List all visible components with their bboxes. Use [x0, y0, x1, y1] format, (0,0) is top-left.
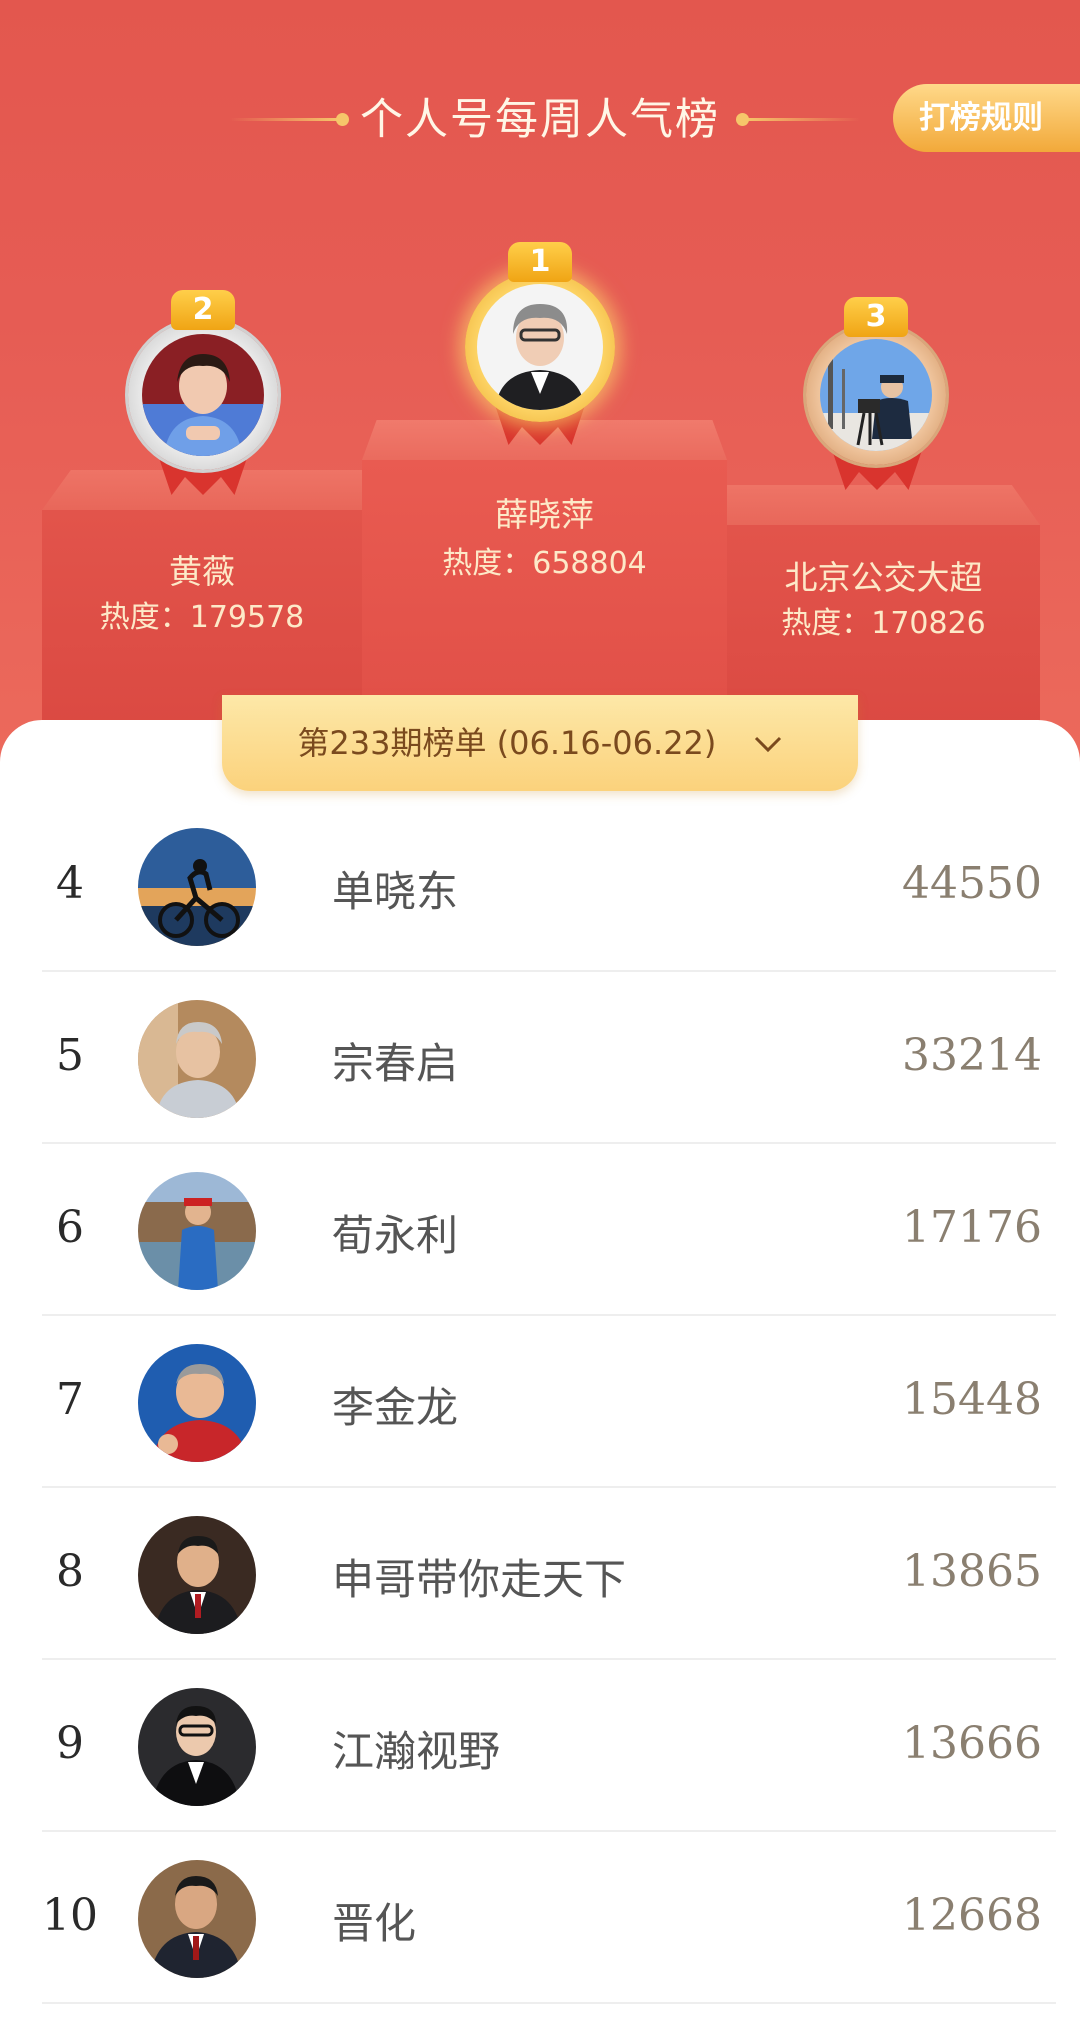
rank-score: 44550 — [902, 858, 1042, 909]
rank-name: 晋化 — [332, 1899, 417, 1948]
rank-badge: 1 — [508, 242, 572, 282]
title-dot-left — [336, 113, 349, 126]
rank-score: 33214 — [902, 1030, 1042, 1081]
podium-top — [727, 485, 1040, 525]
title-divider-left — [230, 118, 340, 121]
rank-number: 9 — [56, 1718, 84, 1769]
period-selector[interactable]: 第233期榜单 (06.16-06.22) — [222, 695, 858, 791]
rank-number: 10 — [42, 1890, 98, 1941]
chevron-down-icon — [753, 697, 783, 793]
avatar — [477, 284, 603, 410]
list-item[interactable]: 5 宗春启 33214 — [0, 972, 1080, 1144]
avatar — [138, 1860, 256, 1978]
podium-name: 薛晓萍 — [495, 495, 594, 534]
podium-heat: 热度：179578 — [99, 600, 305, 635]
rank-score: 17176 — [902, 1202, 1042, 1253]
podium-heat: 热度：170826 — [781, 606, 986, 641]
list-item[interactable]: 8 申哥带你走天下 13865 — [0, 1488, 1080, 1660]
rank-number: 5 — [56, 1030, 84, 1081]
rank-score: 12668 — [902, 1890, 1042, 1941]
rules-button[interactable]: 打榜规则 — [893, 84, 1080, 152]
podium-heat: 热度：658804 — [442, 546, 647, 581]
list-item[interactable]: 4 单晓东 44550 — [0, 800, 1080, 972]
rank-name: 李金龙 — [332, 1383, 459, 1432]
list-item[interactable]: 9 江瀚视野 13666 — [0, 1660, 1080, 1832]
avatar — [138, 1516, 256, 1634]
rank-number: 6 — [56, 1202, 84, 1253]
avatar — [138, 1688, 256, 1806]
medal-first[interactable]: 1 — [465, 242, 615, 422]
rank-name: 单晓东 — [332, 867, 459, 916]
rank-number: 4 — [56, 858, 84, 909]
rank-badge: 3 — [844, 297, 908, 337]
avatar — [138, 1000, 256, 1118]
avatar — [142, 334, 264, 456]
rank-name: 宗春启 — [332, 1039, 459, 1088]
rank-score: 13865 — [902, 1546, 1042, 1597]
hero-banner: 个人号每周人气榜 打榜规则 黄薇 热度：179578 薛晓萍 热度：658804… — [0, 0, 1080, 780]
rank-name: 荀永利 — [332, 1211, 459, 1260]
rank-name: 申哥带你走天下 — [332, 1555, 627, 1604]
medal-second[interactable]: 2 — [128, 290, 278, 470]
rank-name: 江瀚视野 — [332, 1727, 501, 1776]
avatar — [138, 828, 256, 946]
title-divider-right — [745, 118, 860, 121]
rank-badge: 2 — [171, 290, 235, 330]
avatar — [138, 1344, 256, 1462]
avatar — [138, 1172, 256, 1290]
list-item[interactable]: 7 李金龙 15448 — [0, 1316, 1080, 1488]
divider — [42, 2002, 1056, 2004]
ranking-list: 4 单晓东 44550 5 宗春启 33214 6 荀永利 17176 7 李金… — [0, 800, 1080, 2004]
rank-score: 13666 — [902, 1718, 1042, 1769]
list-item[interactable]: 10 晋化 12668 — [0, 1832, 1080, 2004]
rank-number: 8 — [56, 1546, 84, 1597]
rank-number: 7 — [56, 1374, 84, 1425]
page-title: 个人号每周人气榜 — [360, 95, 720, 145]
rank-score: 15448 — [902, 1374, 1042, 1425]
period-label: 第233期榜单 (06.16-06.22) — [297, 724, 717, 762]
medal-third[interactable]: 3 — [806, 297, 946, 465]
avatar — [820, 339, 932, 451]
list-item[interactable]: 6 荀永利 17176 — [0, 1144, 1080, 1316]
podium-name: 北京公交大超 — [784, 558, 983, 597]
podium-name: 黄薇 — [169, 552, 235, 591]
